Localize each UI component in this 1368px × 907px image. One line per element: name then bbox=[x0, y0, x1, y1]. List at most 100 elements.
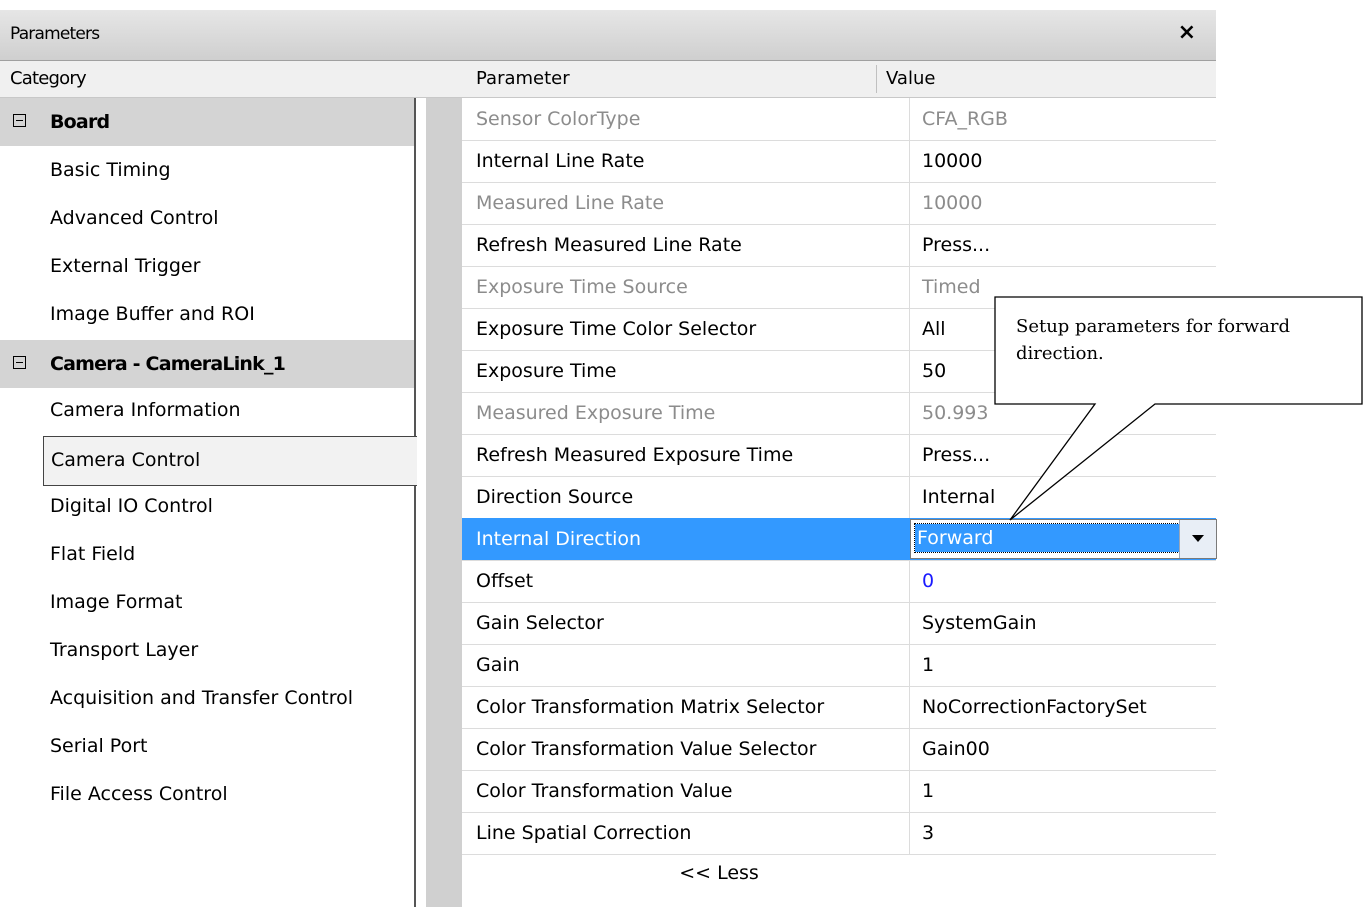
close-icon[interactable]: × bbox=[1178, 20, 1196, 45]
param-value: Timed bbox=[922, 276, 981, 298]
param-row[interactable]: Color Transformation Value 1 bbox=[462, 770, 1216, 813]
dropdown-value[interactable]: Forward bbox=[914, 523, 1204, 553]
param-row[interactable]: Exposure Time Source Timed bbox=[462, 266, 1216, 309]
column-divider bbox=[909, 602, 910, 644]
param-row[interactable]: Gain 1 bbox=[462, 644, 1216, 687]
param-name: Gain bbox=[476, 654, 520, 676]
param-name: Line Spatial Correction bbox=[476, 822, 692, 844]
category-item[interactable]: Acquisition and Transfer Control bbox=[50, 687, 353, 709]
param-row[interactable]: Measured Exposure Time 50.993 bbox=[462, 392, 1216, 435]
header-divider[interactable] bbox=[876, 65, 877, 93]
category-item[interactable]: File Access Control bbox=[50, 783, 228, 805]
category-item[interactable]: Digital IO Control bbox=[50, 495, 213, 517]
param-value: 10000 bbox=[922, 192, 983, 214]
column-divider bbox=[909, 686, 910, 728]
column-divider bbox=[909, 812, 910, 854]
param-name: Internal Direction bbox=[476, 528, 642, 550]
internal-direction-dropdown[interactable]: Forward bbox=[910, 519, 1217, 559]
column-divider bbox=[909, 770, 910, 812]
param-name: Offset bbox=[476, 570, 534, 592]
param-value[interactable]: Gain00 bbox=[922, 738, 990, 760]
value-header[interactable]: Value bbox=[886, 68, 935, 89]
param-name: Sensor ColorType bbox=[476, 108, 641, 130]
column-headers: Category Parameter Value bbox=[0, 61, 1216, 98]
param-name: Exposure Time Source bbox=[476, 276, 688, 298]
column-divider bbox=[909, 392, 910, 434]
param-row[interactable]: Refresh Measured Line Rate Press... bbox=[462, 224, 1216, 267]
param-row[interactable]: Gain Selector SystemGain bbox=[462, 602, 1216, 645]
category-item-selected[interactable]: Camera Control bbox=[43, 436, 417, 486]
collapse-icon[interactable] bbox=[13, 356, 26, 369]
category-item[interactable]: Camera Information bbox=[50, 399, 241, 421]
category-header: Category bbox=[10, 68, 87, 89]
category-item[interactable]: Image Buffer and ROI bbox=[50, 303, 255, 325]
param-row[interactable]: Internal Line Rate 10000 bbox=[462, 140, 1216, 183]
param-value: 50.993 bbox=[922, 402, 989, 424]
column-divider bbox=[909, 140, 910, 182]
param-row[interactable]: Offset 0 bbox=[462, 560, 1216, 603]
grid-gutter bbox=[426, 98, 462, 907]
param-name: Exposure Time Color Selector bbox=[476, 318, 757, 340]
param-name: Color Transformation Matrix Selector bbox=[476, 696, 825, 718]
column-divider bbox=[909, 182, 910, 224]
category-group-label: Board bbox=[50, 111, 110, 133]
param-value[interactable]: 10000 bbox=[922, 150, 982, 172]
refresh-line-rate-button[interactable]: Press... bbox=[922, 234, 990, 256]
category-item[interactable]: Transport Layer bbox=[50, 639, 198, 661]
param-value[interactable]: 50 bbox=[922, 360, 946, 382]
column-divider bbox=[909, 350, 910, 392]
category-item[interactable]: Flat Field bbox=[50, 543, 135, 565]
param-row[interactable]: Refresh Measured Exposure Time Press... bbox=[462, 434, 1216, 477]
collapse-icon[interactable] bbox=[13, 114, 26, 127]
column-divider bbox=[909, 476, 910, 518]
param-value[interactable]: 1 bbox=[922, 654, 934, 676]
category-group-camera[interactable]: Camera - CameraLink_1 bbox=[0, 340, 414, 388]
window-titlebar: Parameters × bbox=[0, 10, 1216, 61]
parameter-header[interactable]: Parameter bbox=[476, 68, 570, 89]
param-value[interactable]: NoCorrectionFactorySet bbox=[922, 696, 1147, 718]
parameter-grid: Sensor ColorType CFA_RGB Internal Line R… bbox=[426, 98, 1217, 907]
param-value[interactable]: 3 bbox=[922, 822, 934, 844]
category-item[interactable]: Advanced Control bbox=[50, 207, 219, 229]
param-value[interactable]: SystemGain bbox=[922, 612, 1037, 634]
param-row[interactable]: Sensor ColorType CFA_RGB bbox=[462, 98, 1216, 141]
column-divider bbox=[909, 644, 910, 686]
param-value[interactable]: 1 bbox=[922, 780, 934, 802]
less-button[interactable]: << Less bbox=[679, 862, 759, 884]
param-value[interactable]: All bbox=[922, 318, 946, 340]
column-divider bbox=[909, 98, 910, 140]
category-item[interactable]: External Trigger bbox=[50, 255, 200, 277]
window-title: Parameters bbox=[10, 24, 100, 44]
column-divider bbox=[909, 224, 910, 266]
param-row[interactable]: Direction Source Internal bbox=[462, 476, 1216, 519]
category-item[interactable]: Basic Timing bbox=[50, 159, 171, 181]
param-value: CFA_RGB bbox=[922, 108, 1008, 130]
param-row[interactable]: Line Spatial Correction 3 bbox=[462, 812, 1216, 855]
param-name: Refresh Measured Exposure Time bbox=[476, 444, 794, 466]
category-group-board[interactable]: Board bbox=[0, 98, 414, 146]
column-divider bbox=[909, 308, 910, 350]
callout-text: Setup parameters for forward direction. bbox=[1016, 316, 1291, 364]
param-value[interactable]: Internal bbox=[922, 486, 995, 508]
refresh-exposure-time-button[interactable]: Press... bbox=[922, 444, 990, 466]
param-row-selected[interactable]: Internal Direction Forward bbox=[462, 518, 1217, 561]
column-divider bbox=[909, 434, 910, 476]
param-row[interactable]: Measured Line Rate 10000 bbox=[462, 182, 1216, 225]
chevron-down-icon bbox=[1192, 535, 1204, 542]
dropdown-arrow-button[interactable] bbox=[1179, 520, 1216, 558]
category-item[interactable]: Image Format bbox=[50, 591, 183, 613]
param-name: Internal Line Rate bbox=[476, 150, 645, 172]
param-name: Measured Line Rate bbox=[476, 192, 665, 214]
param-name: Color Transformation Value Selector bbox=[476, 738, 817, 760]
param-name: Refresh Measured Line Rate bbox=[476, 234, 742, 256]
param-row[interactable]: Color Transformation Value Selector Gain… bbox=[462, 728, 1216, 771]
column-divider bbox=[909, 560, 910, 602]
param-value[interactable]: 0 bbox=[922, 570, 934, 592]
category-item[interactable]: Serial Port bbox=[50, 735, 147, 757]
category-tree: Board Basic Timing Advanced Control Exte… bbox=[0, 98, 416, 907]
column-divider bbox=[909, 728, 910, 770]
column-divider bbox=[909, 266, 910, 308]
category-group-label: Camera - CameraLink_1 bbox=[50, 353, 286, 375]
param-name: Color Transformation Value bbox=[476, 780, 733, 802]
param-row[interactable]: Color Transformation Matrix Selector NoC… bbox=[462, 686, 1216, 729]
